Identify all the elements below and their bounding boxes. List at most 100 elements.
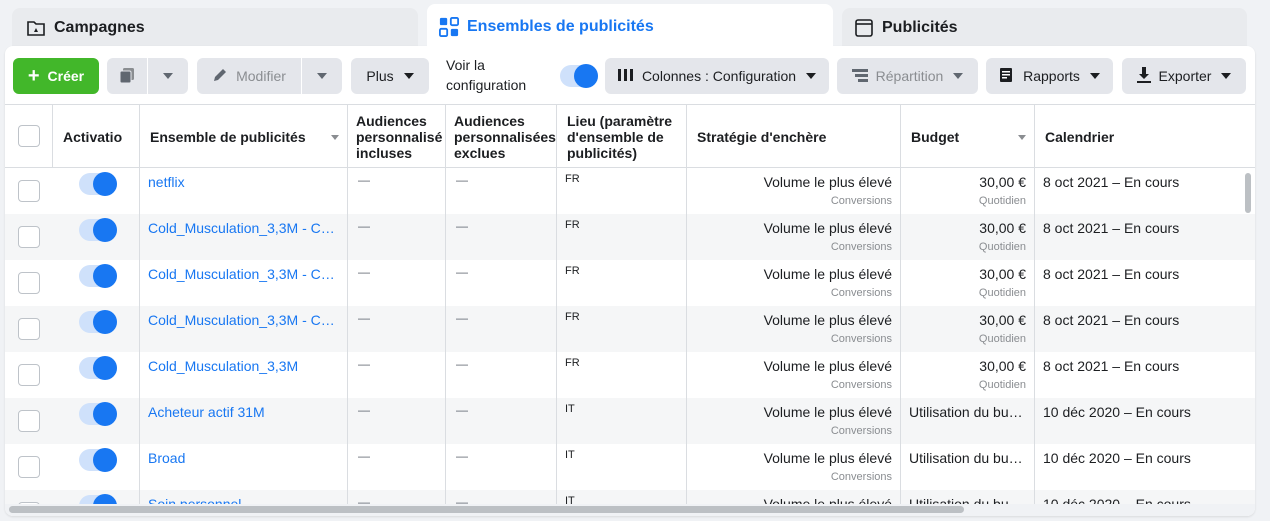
audiences-included-value: — [358, 311, 370, 325]
adset-name-link[interactable]: netflix [148, 174, 338, 190]
adsets-panel: + Créer Modifier Plus Voir la configurat… [5, 46, 1255, 516]
row-checkbox[interactable] [18, 364, 40, 386]
row-select-cell [5, 214, 53, 260]
audiences-excluded-value: — [456, 219, 468, 233]
budget-value: 30,00 € [979, 312, 1026, 328]
duplicate-dropdown[interactable] [148, 58, 188, 94]
breakdown-button[interactable]: Répartition [837, 58, 978, 94]
location-value: FR [565, 311, 580, 323]
row-aud-in-cell: — [348, 260, 446, 306]
table-row[interactable]: Cold_Musculation_3,3M - Copie — — FR Volume … [5, 260, 1255, 306]
schedule-value: 8 oct 2021 – En cours [1043, 312, 1180, 328]
header-bid-strategy[interactable]: Stratégie d'enchère [687, 105, 901, 168]
row-budget-cell: 30,00 € Quotidien [901, 352, 1035, 398]
activation-toggle[interactable] [79, 448, 117, 472]
bid-optimization-value: Conversions [830, 425, 892, 437]
location-value: FR [565, 265, 580, 277]
activation-toggle[interactable] [79, 310, 117, 334]
adset-name-link[interactable]: Cold_Musculation_3,3M - Copie [148, 220, 338, 236]
adset-name-link[interactable]: Cold_Musculation_3,3M - Copie [148, 266, 338, 282]
duplicate-button[interactable] [107, 58, 147, 94]
audiences-excluded-value: — [456, 357, 468, 371]
row-select-cell [5, 444, 53, 490]
adset-name-link[interactable]: Cold_Musculation_3,3M [148, 358, 338, 374]
row-checkbox[interactable] [18, 318, 40, 340]
pencil-icon [212, 67, 228, 86]
table-row[interactable]: Broad — — IT Volume le plus élevé Conversions… [5, 444, 1255, 490]
header-activation[interactable]: Activatio [53, 105, 140, 168]
row-checkbox[interactable] [18, 410, 40, 432]
reports-button[interactable]: Rapports [986, 58, 1113, 94]
table-row[interactable]: Acheteur actif 31M — — IT Volume le plus éle… [5, 398, 1255, 444]
adset-name-link[interactable]: Acheteur actif 31M [148, 404, 338, 420]
table-row[interactable]: Cold_Musculation_3,3M - Copie — — FR Volume … [5, 306, 1255, 352]
chevron-down-icon [403, 73, 414, 79]
select-all-checkbox[interactable] [18, 125, 40, 147]
row-checkbox[interactable] [18, 272, 40, 294]
schedule-value: 8 oct 2021 – En cours [1043, 358, 1180, 374]
bid-strategy-value: Volume le plus élevé [763, 312, 892, 328]
header-audiences-excluded[interactable]: Audiences personnalisées exclues [446, 105, 557, 168]
bid-strategy-value: Volume le plus élevé [763, 358, 892, 374]
bid-strategy-value: Volume le plus élevé [763, 220, 892, 236]
adset-name-link[interactable]: Cold_Musculation_3,3M - Copie [148, 312, 338, 328]
row-location-cell: FR [557, 352, 687, 398]
activation-toggle[interactable] [79, 172, 117, 196]
adset-name-link[interactable]: Broad [148, 450, 338, 466]
chevron-down-icon [953, 73, 964, 79]
row-schedule-cell: 8 oct 2021 – En cours [1035, 306, 1255, 352]
page-scrollbar-track [1257, 0, 1270, 521]
row-bid-cell: Volume le plus élevé Conversions [687, 260, 901, 306]
schedule-value: 10 déc 2020 – En cours [1043, 450, 1191, 466]
row-select-cell [5, 398, 53, 444]
budget-type-value: Quotidien [978, 287, 1026, 299]
table-row[interactable]: Cold_Musculation_3,3M — — FR Volume le plus … [5, 352, 1255, 398]
row-checkbox[interactable] [18, 456, 40, 478]
row-budget-cell: 30,00 € Quotidien [901, 306, 1035, 352]
row-aud-ex-cell: — [446, 260, 557, 306]
budget-type-value: Quotidien [978, 333, 1026, 345]
edit-dropdown[interactable] [302, 58, 342, 94]
row-checkbox[interactable] [18, 226, 40, 248]
schedule-value: 8 oct 2021 – En cours [1043, 174, 1180, 190]
activation-toggle[interactable] [79, 356, 117, 380]
grid-icon [439, 17, 459, 37]
row-aud-ex-cell: — [446, 352, 557, 398]
edit-button[interactable]: Modifier [197, 58, 301, 94]
columns-icon [617, 68, 634, 85]
schedule-value: 10 déc 2020 – En cours [1043, 404, 1191, 420]
tab-campaigns[interactable]: Campagnes [12, 8, 418, 48]
header-audiences-included[interactable]: Audiences personnalisé incluses [348, 105, 446, 168]
export-button[interactable]: Exporter [1122, 58, 1246, 94]
tab-adsets[interactable]: Ensembles de publicités [427, 4, 833, 50]
row-activation-cell [53, 214, 140, 260]
table-row[interactable]: Cold_Musculation_3,3M - Copie — — FR Volume … [5, 214, 1255, 260]
vertical-scrollbar[interactable] [1245, 173, 1251, 213]
activation-toggle[interactable] [79, 218, 117, 242]
bid-strategy-value: Volume le plus élevé [763, 450, 892, 466]
bid-strategy-value: Volume le plus élevé [763, 266, 892, 282]
row-checkbox[interactable] [18, 180, 40, 202]
table-row[interactable]: netflix — — FR Volume le plus élevé Conversio… [5, 168, 1255, 214]
row-activation-cell [53, 352, 140, 398]
bid-optimization-value: Conversions [830, 287, 892, 299]
bid-strategy-value: Volume le plus élevé [763, 404, 892, 420]
chevron-down-icon [1089, 73, 1100, 79]
row-name-cell: Cold_Musculation_3,3M - Copie [140, 260, 348, 306]
row-activation-cell [53, 398, 140, 444]
schedule-value: 8 oct 2021 – En cours [1043, 266, 1180, 282]
activation-toggle[interactable] [79, 264, 117, 288]
more-button[interactable]: Plus [351, 58, 429, 94]
audiences-excluded-value: — [456, 311, 468, 325]
activation-toggle[interactable] [79, 402, 117, 426]
header-adset-name[interactable]: Ensemble de publicités [140, 105, 348, 168]
header-schedule[interactable]: Calendrier [1035, 105, 1255, 168]
tab-ads[interactable]: Publicités [842, 8, 1247, 48]
columns-button[interactable]: Colonnes : Configuration [605, 58, 829, 94]
header-location[interactable]: Lieu (paramètre d'ensemble de publicités… [557, 105, 687, 168]
horizontal-scrollbar[interactable] [9, 506, 964, 513]
view-config-toggle[interactable] [560, 64, 598, 88]
bid-optimization-value: Conversions [830, 333, 892, 345]
create-button[interactable]: + Créer [13, 58, 99, 94]
header-budget[interactable]: Budget [901, 105, 1035, 168]
